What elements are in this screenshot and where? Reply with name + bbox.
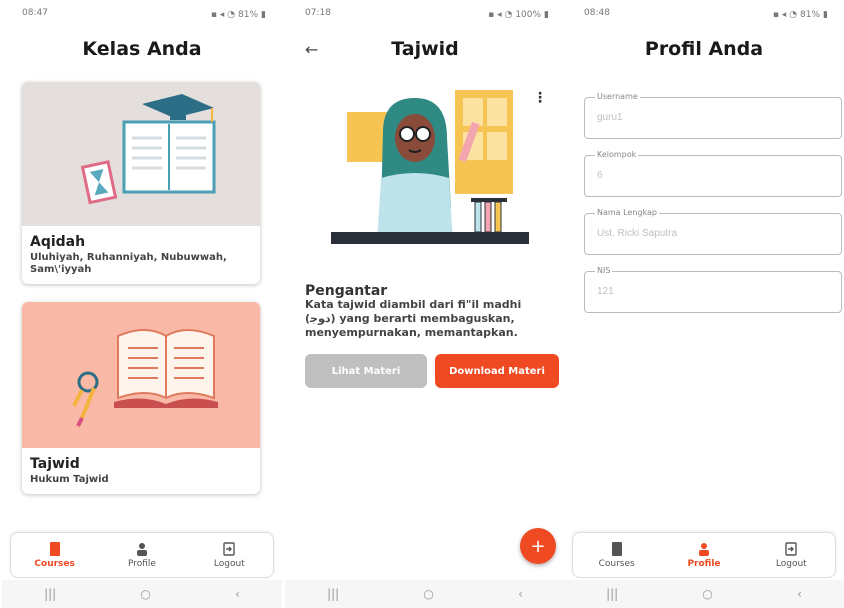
system-nav-bar: ||| ○ ‹ <box>285 580 565 608</box>
book-icon <box>611 541 622 556</box>
battery-icon: ▮ <box>823 10 828 20</box>
full-name-field[interactable]: Nama Lengkap Ust. Ricki Saputra <box>584 208 842 255</box>
nav-courses-label: Courses <box>598 558 635 569</box>
system-back-icon[interactable]: ‹ <box>518 587 523 601</box>
view-material-button[interactable]: Lihat Materi <box>305 354 427 388</box>
battery-level: 81% <box>800 10 821 20</box>
battery-level: 81% <box>238 10 259 20</box>
person-icon <box>136 542 147 556</box>
group-field[interactable]: Kelompok 6 <box>584 150 842 197</box>
course-title: Aqidah <box>30 234 86 250</box>
home-icon[interactable]: ○ <box>702 587 712 601</box>
system-back-icon[interactable]: ‹ <box>235 587 240 601</box>
course-card-tajwid[interactable]: Tajwid Hukum Tajwid <box>22 302 260 494</box>
course-title: Tajwid <box>30 456 80 472</box>
profile-screen: 08:48 ▪ ◂ ◔ 81% ▮ Profil Anda Username gu… <box>564 0 844 608</box>
page-title: Profil Anda <box>644 38 764 60</box>
system-back-icon[interactable]: ‹ <box>797 587 802 601</box>
course-subtitle: Uluhiyah, Ruhanniyah, Nubuwwah, Sam\'iyy… <box>30 252 227 275</box>
person-icon <box>698 542 709 556</box>
nav-logout-label: Logout <box>213 558 245 569</box>
add-icon[interactable]: + <box>520 528 556 564</box>
bottom-navigation: Courses Profile Logout <box>10 532 274 578</box>
system-nav-bar: ||| ○ ‹ <box>2 580 282 608</box>
recents-icon[interactable]: ||| <box>44 587 56 601</box>
field-label: NIS <box>595 266 613 275</box>
course-subtitle: Hukum Tajwid <box>30 474 109 485</box>
signal-icon: ▪ ◂ ◔ <box>210 10 236 20</box>
nav-courses[interactable]: Courses <box>582 541 652 569</box>
book-icon <box>49 541 60 556</box>
nav-profile-label: Profile <box>687 558 721 569</box>
nis-field[interactable]: NIS 121 <box>584 266 842 313</box>
field-label: Kelompok <box>595 150 639 159</box>
signal-icon: ▪ ◂ ◔ <box>488 10 513 20</box>
home-icon[interactable]: ○ <box>423 587 433 601</box>
status-bar: 08:48 ▪ ◂ ◔ 81% ▮ <box>584 8 828 22</box>
nav-courses-label: Courses <box>34 558 75 569</box>
course-card-aqidah[interactable]: Aqidah Uluhiyah, Ruhanniyah, Nubuwwah, S… <box>22 82 260 284</box>
status-time: 08:48 <box>584 8 610 18</box>
recents-icon[interactable]: ||| <box>606 587 618 601</box>
signal-icon: ▪ ◂ ◔ <box>772 10 798 20</box>
field-value: 6 <box>597 170 603 181</box>
course-illustration-tajwid <box>22 302 260 448</box>
field-value: guru1 <box>597 112 623 123</box>
status-time: 07:18 <box>305 8 331 18</box>
home-icon[interactable]: ○ <box>140 587 150 601</box>
bottom-navigation: Courses Profile Logout <box>572 532 836 578</box>
page-title: Tajwid <box>391 38 459 60</box>
nav-profile[interactable]: Profile <box>107 542 177 569</box>
status-bar: 07:18 ▪ ◂ ◔ 100% ▮ <box>305 8 549 22</box>
course-detail-screen: 07:18 ▪ ◂ ◔ 100% ▮ ← Tajwid ⋮ Pengantar K… <box>285 0 565 608</box>
field-value: 121 <box>597 286 614 297</box>
field-value: Ust. Ricki Saputra <box>597 228 678 239</box>
nav-profile[interactable]: Profile <box>669 542 739 569</box>
username-field[interactable]: Username guru1 <box>584 92 842 139</box>
logout-icon <box>223 541 236 556</box>
courses-screen: 08:47 ▪ ◂ ◔ 81% ▮ Kelas Anda Aqidah Uluh… <box>2 0 282 608</box>
status-time: 08:47 <box>22 8 48 18</box>
nav-logout-label: Logout <box>775 558 807 569</box>
field-label: Username <box>595 92 640 101</box>
download-material-button[interactable]: Download Materi <box>435 354 559 388</box>
status-bar: 08:47 ▪ ◂ ◔ 81% ▮ <box>22 8 266 22</box>
nav-logout[interactable]: Logout <box>194 541 264 569</box>
course-illustration-aqidah <box>22 82 260 226</box>
nav-courses[interactable]: Courses <box>20 541 90 569</box>
nav-profile-label: Profile <box>127 558 156 569</box>
section-description: Kata tajwid diambil dari fi"il madhi (ﺩﻮ… <box>305 298 522 339</box>
logout-icon <box>785 541 798 556</box>
battery-icon: ▮ <box>544 10 549 20</box>
hero-illustration <box>325 82 535 272</box>
system-nav-bar: ||| ○ ‹ <box>564 580 844 608</box>
field-label: Nama Lengkap <box>595 208 659 217</box>
battery-level: 100% <box>515 10 542 20</box>
recents-icon[interactable]: ||| <box>327 587 339 601</box>
section-title: Pengantar <box>305 283 388 299</box>
battery-icon: ▮ <box>261 10 266 20</box>
page-title: Kelas Anda <box>82 38 202 60</box>
more-vert-icon[interactable]: ⋮ <box>533 90 547 106</box>
nav-logout[interactable]: Logout <box>756 541 826 569</box>
